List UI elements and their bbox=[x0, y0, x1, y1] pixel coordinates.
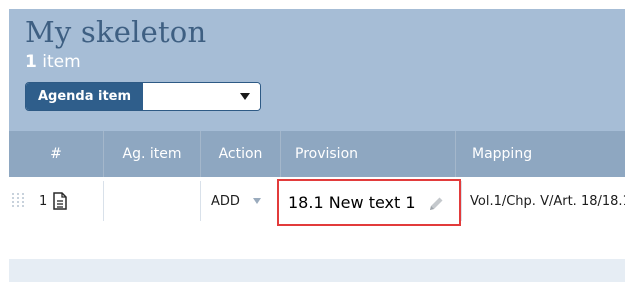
item-count: 1 item bbox=[25, 52, 81, 72]
column-header-provision[interactable]: Provision bbox=[280, 131, 455, 177]
row-ag-item bbox=[103, 177, 200, 225]
action-select[interactable]: ADD bbox=[211, 177, 261, 225]
column-header-ag-item[interactable]: Ag. item bbox=[103, 131, 200, 177]
agenda-item-filter-label: Agenda item bbox=[26, 83, 143, 110]
table-row[interactable]: 1 ADD 18.1 New text 1 Vol.1/Chp. V/Art. … bbox=[9, 177, 625, 226]
table-footer-band bbox=[9, 259, 625, 282]
item-count-number: 1 bbox=[25, 52, 37, 72]
table-header: # Ag. item Action Provision Mapping bbox=[9, 131, 625, 177]
provision-field[interactable]: 18.1 New text 1 bbox=[277, 179, 461, 226]
action-value: ADD bbox=[211, 193, 240, 209]
agenda-item-select[interactable] bbox=[143, 83, 260, 110]
provision-text: 18.1 New text 1 bbox=[288, 193, 416, 212]
column-header-mapping[interactable]: Mapping bbox=[455, 131, 625, 177]
column-header-number[interactable]: # bbox=[9, 131, 103, 177]
item-count-label: item bbox=[42, 52, 81, 72]
row-mapping: Vol.1/Chp. V/Art. 18/18.1 bbox=[470, 193, 625, 209]
document-icon[interactable] bbox=[53, 177, 67, 225]
row-number: 1 bbox=[39, 193, 48, 209]
pencil-icon[interactable] bbox=[427, 195, 445, 213]
chevron-down-icon bbox=[252, 198, 261, 204]
column-divider bbox=[461, 181, 462, 221]
column-divider bbox=[200, 181, 201, 221]
skeleton-header: My skeleton 1 item Agenda item bbox=[9, 9, 625, 131]
page-title: My skeleton bbox=[25, 15, 207, 49]
chevron-down-icon bbox=[240, 93, 250, 100]
column-header-action[interactable]: Action bbox=[200, 131, 280, 177]
agenda-item-filter: Agenda item bbox=[25, 82, 261, 111]
drag-handle-icon[interactable] bbox=[12, 193, 26, 209]
